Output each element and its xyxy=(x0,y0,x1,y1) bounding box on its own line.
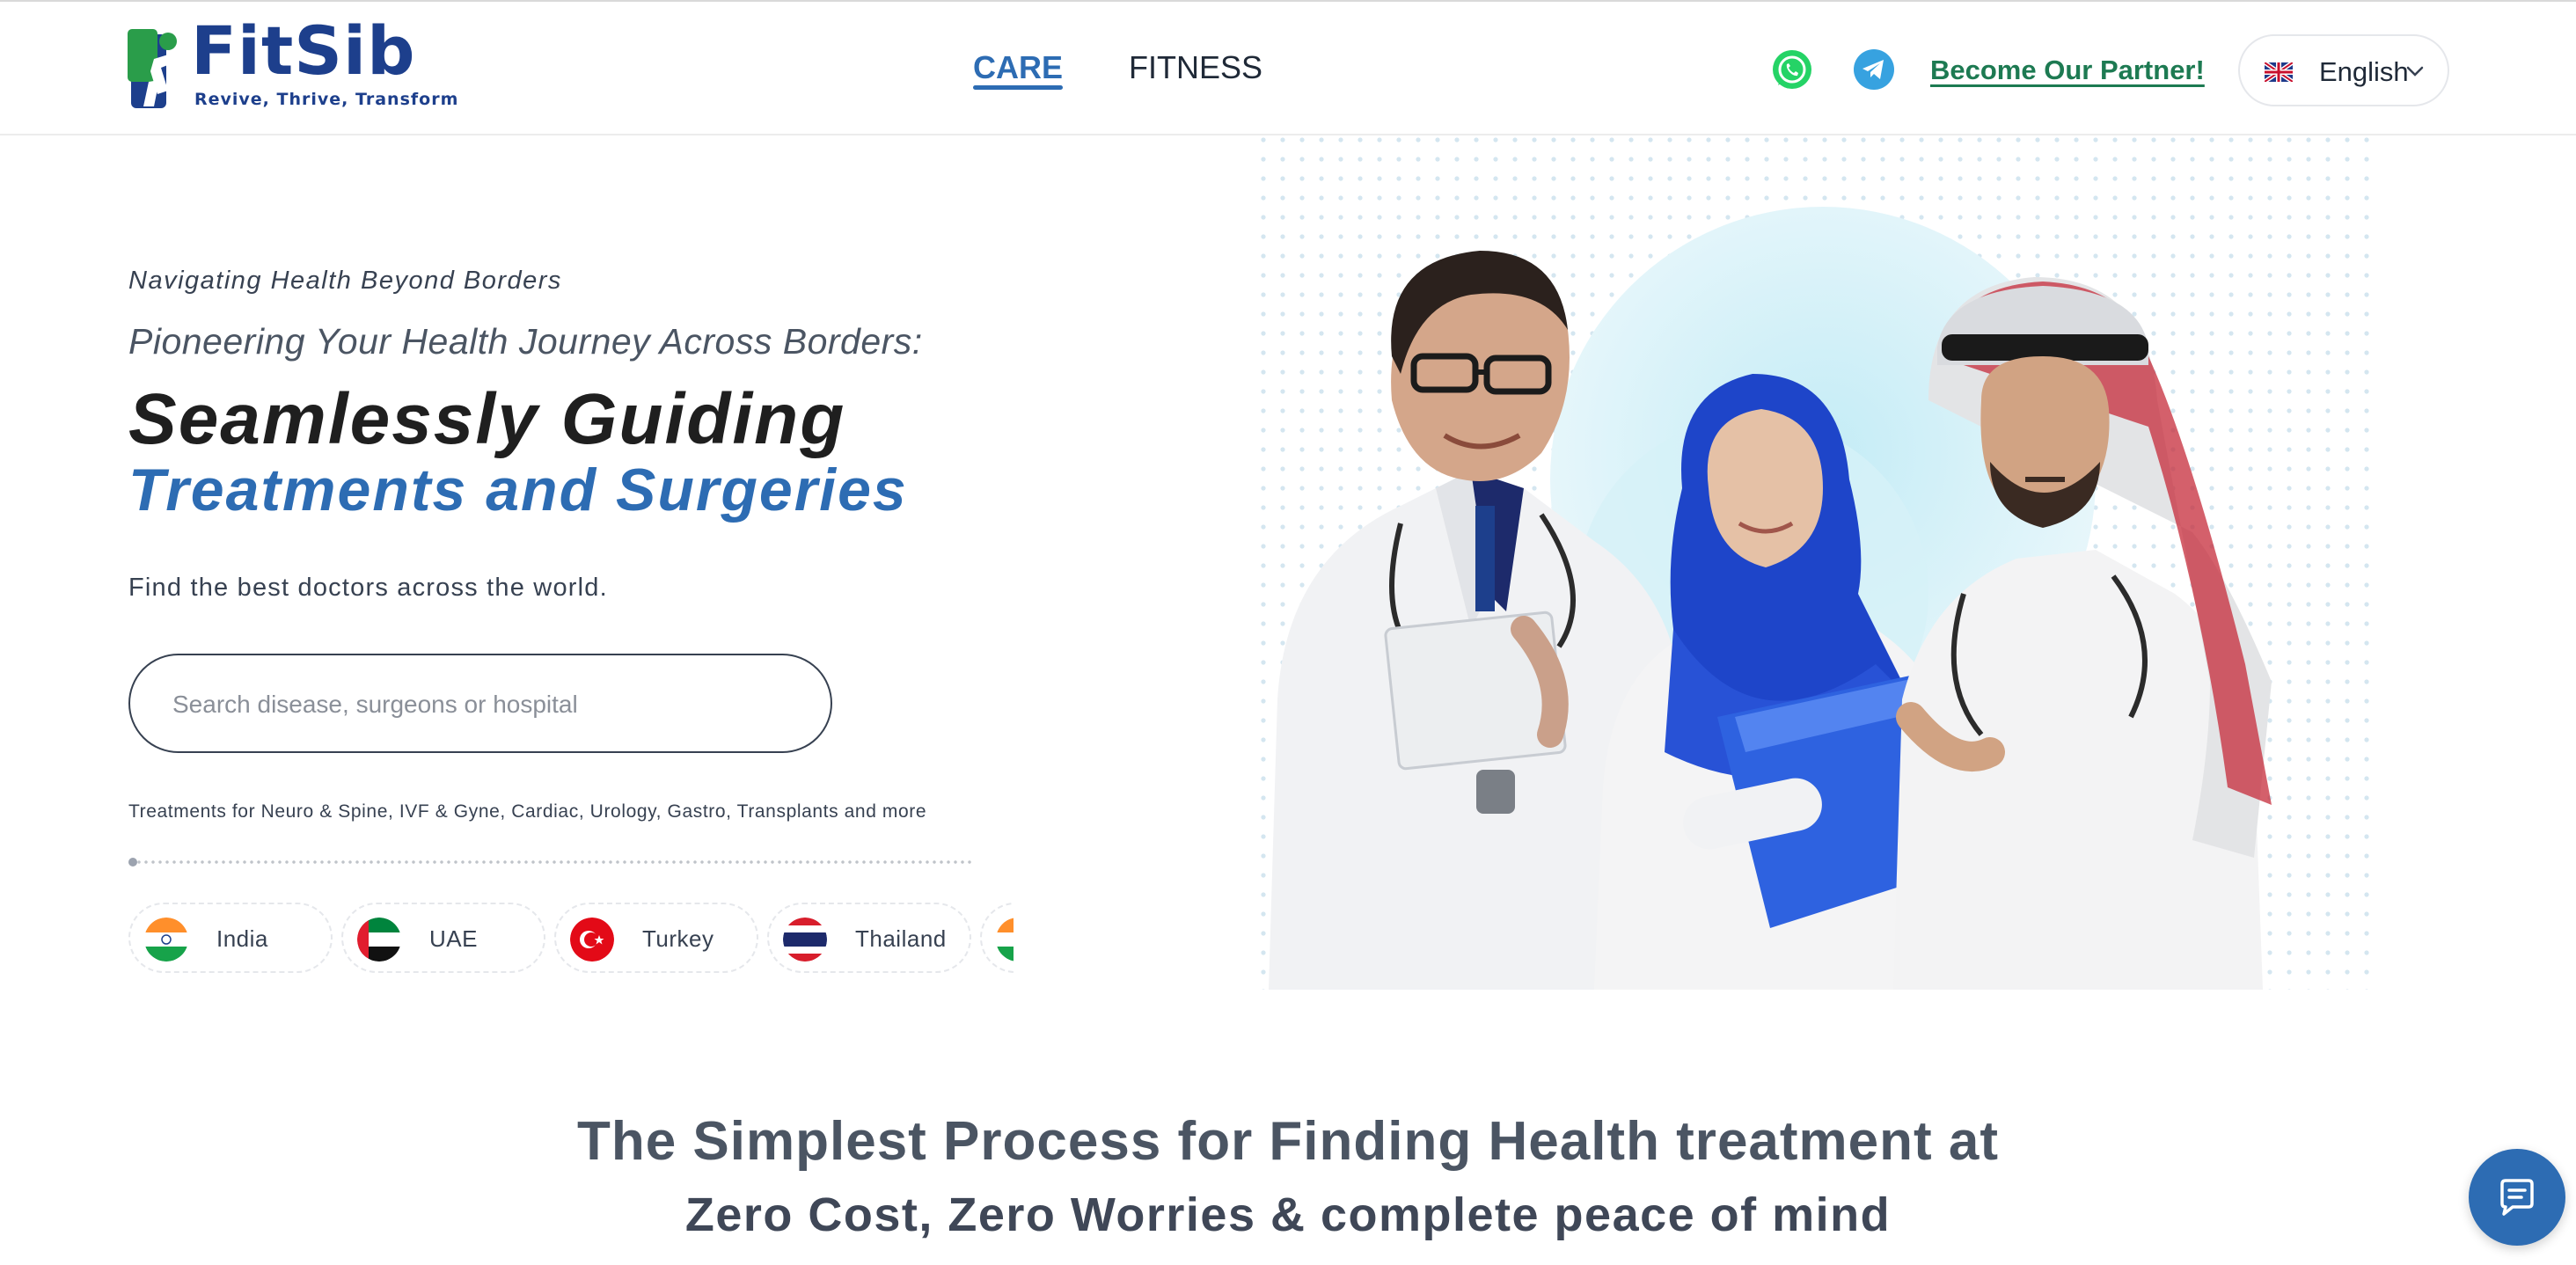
country-chip-turkey[interactable]: Turkey xyxy=(554,903,758,973)
uk-flag-icon xyxy=(2265,62,2293,82)
nav-fitness[interactable]: FITNESS xyxy=(1129,49,1262,86)
logo-tagline: Revive, Thrive, Transform xyxy=(194,90,459,109)
hero-tagline: Find the best doctors across the world. xyxy=(128,574,608,602)
chat-button[interactable] xyxy=(2469,1149,2565,1246)
chat-icon xyxy=(2500,1179,2534,1216)
search-input[interactable] xyxy=(172,680,788,729)
india-flag-icon xyxy=(144,918,188,962)
country-name: Thailand xyxy=(855,925,947,952)
hero-doctors-image xyxy=(1260,136,2377,990)
country-chip-uae[interactable]: UAE xyxy=(341,903,545,973)
hero-headline-line2: Treatments and Surgeries xyxy=(128,457,908,523)
partial-flag-icon xyxy=(996,918,1014,962)
turkey-flag-icon xyxy=(570,918,614,962)
nav-care[interactable]: CARE xyxy=(973,49,1064,90)
hero-subhead: Pioneering Your Health Journey Across Bo… xyxy=(128,321,923,362)
language-label: English xyxy=(2319,56,2409,87)
become-partner-link[interactable]: Become Our Partner! xyxy=(1930,55,2205,86)
country-chip-thailand[interactable]: Thailand xyxy=(767,903,971,973)
country-name: India xyxy=(216,925,268,952)
hero-kicker: Navigating Health Beyond Borders xyxy=(128,267,562,295)
country-name: Turkey xyxy=(642,925,714,952)
logo-wordmark: FitSib xyxy=(191,11,416,90)
chevron-down-icon xyxy=(2406,66,2424,77)
whatsapp-icon[interactable] xyxy=(1771,48,1813,91)
country-name: UAE xyxy=(429,925,478,952)
process-heading-line1: The Simplest Process for Finding Health … xyxy=(576,1111,2000,1172)
carousel-progress-dot[interactable] xyxy=(128,858,137,866)
country-carousel: India UAE Turkey Thailand xyxy=(128,903,1014,975)
telegram-icon[interactable] xyxy=(1853,48,1895,91)
logo-mark-icon xyxy=(128,29,179,108)
logo[interactable]: FitSib Revive, Thrive, Transform xyxy=(128,18,457,114)
treatments-note: Treatments for Neuro & Spine, IVF & Gyne… xyxy=(128,801,927,822)
search-box xyxy=(128,654,832,753)
carousel-progress-track xyxy=(128,859,973,865)
thailand-flag-icon xyxy=(783,918,827,962)
site-header: FitSib Revive, Thrive, Transform CARE FI… xyxy=(0,2,2576,135)
country-chip-india[interactable]: India xyxy=(128,903,333,973)
country-chip-partial[interactable] xyxy=(980,903,1014,973)
language-selector[interactable]: English xyxy=(2238,34,2449,106)
hero-headline-line1: Seamlessly Guiding xyxy=(128,379,846,459)
process-heading-line2: Zero Cost, Zero Worries & complete peace… xyxy=(684,1188,1892,1241)
uae-flag-icon xyxy=(357,918,401,962)
